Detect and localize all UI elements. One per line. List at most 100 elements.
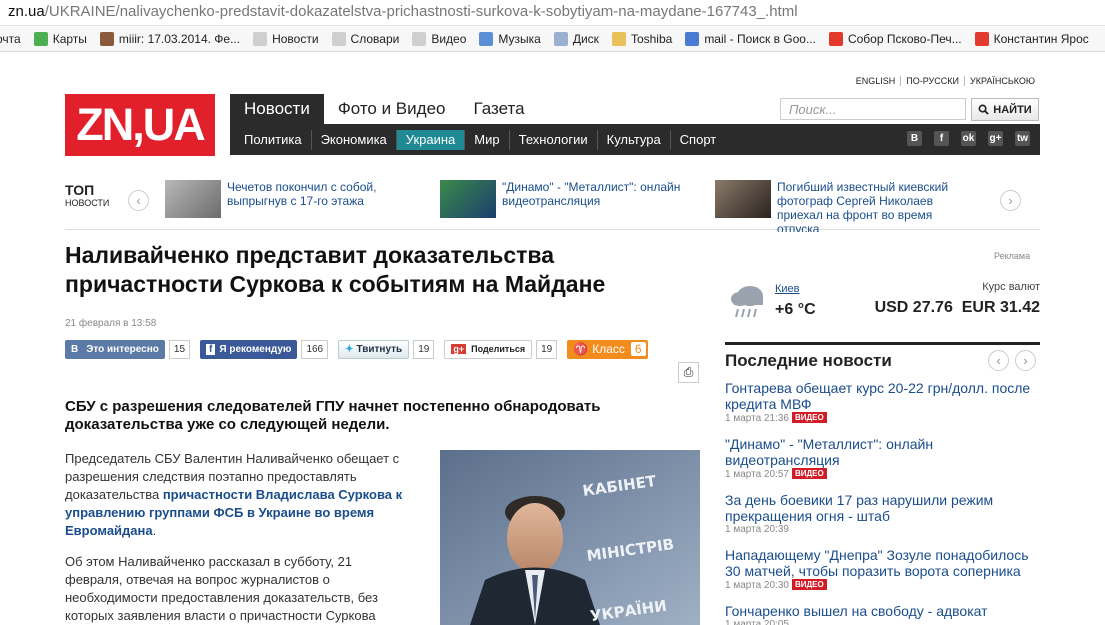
- bookmark-item[interactable]: Собор Псково-Печ...: [828, 32, 962, 46]
- latest-prev-button[interactable]: ‹: [988, 350, 1009, 371]
- google-plus-icon: g+: [451, 344, 467, 354]
- bookmark-label: Константин Ярос: [993, 32, 1089, 46]
- photo-nalivaychenko: КАБІНЕТМІНІСТРІВУКРАЇНИ: [440, 450, 700, 625]
- nav-news[interactable]: Новости: [230, 94, 324, 124]
- bookmark-label: mail - Поиск в Goo...: [704, 32, 816, 46]
- latest-next-button[interactable]: ›: [1015, 350, 1036, 371]
- miiir-icon: [99, 32, 114, 46]
- url-text[interactable]: zn.ua/UKRAINE/nalivaychenko-predstavit-d…: [8, 3, 798, 20]
- site-logo[interactable]: ZN,UA: [65, 94, 215, 156]
- address-bar[interactable]: zn.ua/UKRAINE/nalivaychenko-predstavit-d…: [0, 0, 1105, 26]
- nav-photo-video[interactable]: Фото и Видео: [324, 94, 460, 124]
- vk-icon[interactable]: В: [907, 131, 922, 146]
- latest-news-time: 1 марта 20:57: [725, 469, 789, 480]
- vk-share-button[interactable]: В Это интересно: [65, 339, 165, 359]
- top-news-item[interactable]: "Динамо" - "Металлист": онлайн видеотран…: [440, 180, 690, 232]
- latest-news-meta: 1 марта 21:36 ВИДЕО: [725, 412, 1040, 424]
- latest-news-headline[interactable]: "Динамо" - "Металлист": онлайн видеотран…: [725, 436, 1040, 468]
- search-button[interactable]: НАЙТИ: [971, 98, 1039, 121]
- video-icon: [412, 32, 427, 46]
- nav-newspaper[interactable]: Газета: [459, 94, 538, 124]
- google-plus-share-button[interactable]: g+ Поделиться: [444, 339, 533, 359]
- twitter-share-count: 19: [413, 339, 435, 359]
- latest-news-item[interactable]: Гончаренко вышел на свободу - адвокат 1 м…: [725, 603, 1040, 625]
- lang-russian[interactable]: ПО-РУССКИ: [900, 76, 964, 86]
- article-photo: КАБІНЕТ МІНІСТРІВ УКРАЇНИ: [440, 450, 700, 625]
- search-button-label: НАЙТИ: [993, 103, 1032, 116]
- section-sport[interactable]: Спорт: [669, 129, 726, 150]
- yandex-icon: [974, 32, 989, 46]
- top-label: ТОП: [65, 182, 95, 198]
- bookmark-item[interactable]: Константин Ярос: [974, 32, 1089, 46]
- top-sublabel: НОВОСТИ: [65, 198, 110, 208]
- latest-news-item[interactable]: Нападающему "Днепра" Зозуле понадобилось…: [725, 547, 1040, 591]
- weather-widget[interactable]: Киев +6 °C: [728, 281, 848, 321]
- latest-news-item[interactable]: "Динамо" - "Металлист": онлайн видеотран…: [725, 436, 1040, 480]
- video-badge: ВИДЕО: [791, 412, 827, 423]
- bookmark-label: Музыка: [498, 32, 541, 46]
- google-icon: [685, 32, 700, 46]
- latest-news-item[interactable]: За день боевики 17 раз нарушили режим пр…: [725, 492, 1040, 535]
- bookmark-item[interactable]: Диск: [553, 32, 599, 46]
- page-icon: [331, 32, 346, 46]
- print-button[interactable]: ⎙: [678, 362, 699, 383]
- top-news-thumb: [715, 180, 771, 218]
- odnoklassniki-icon: ♈: [573, 342, 589, 356]
- bookmark-item[interactable]: mail - Поиск в Goo...: [685, 32, 816, 46]
- section-technology[interactable]: Технологии: [508, 129, 597, 150]
- bookmark-item[interactable]: Словари: [331, 32, 399, 46]
- top-prev-button[interactable]: ‹: [128, 190, 149, 211]
- latest-news-headline[interactable]: Гончаренко вышел на свободу - адвокат: [725, 603, 1040, 619]
- search-input[interactable]: Поиск...: [780, 98, 966, 120]
- bookmark-item[interactable]: miiir: 17.03.2014. Фе...: [99, 32, 240, 46]
- bookmark-label: Новости: [272, 32, 319, 46]
- usd-rate: USD 27.76: [874, 299, 953, 316]
- paragraph-end: .: [152, 523, 157, 538]
- ad-label: Реклама: [994, 251, 1031, 261]
- section-economy[interactable]: Экономика: [310, 129, 396, 150]
- bookmark-item[interactable]: Видео: [412, 32, 466, 46]
- bookmark-item[interactable]: Музыка: [479, 32, 541, 46]
- latest-news-meta: 1 марта 20:39: [725, 524, 1040, 535]
- page-icon: [253, 32, 268, 46]
- top-next-button[interactable]: ›: [1000, 190, 1021, 211]
- top-news-title[interactable]: Погибший известный киевский фотограф Сер…: [777, 180, 960, 232]
- facebook-icon[interactable]: f: [934, 131, 949, 146]
- top-news-item[interactable]: Погибший известный киевский фотограф Сер…: [715, 180, 960, 232]
- section-world[interactable]: Мир: [464, 129, 508, 150]
- bookmark-item[interactable]: очта: [0, 32, 21, 46]
- bookmark-label: Карты: [52, 32, 87, 46]
- bookmark-label: Видео: [431, 32, 467, 46]
- bookmark-label: Собор Псково-Печ...: [847, 32, 962, 46]
- bookmark-item[interactable]: Toshiba: [611, 32, 672, 46]
- section-ukraine[interactable]: Украина: [395, 129, 465, 150]
- google-plus-share-count: 19: [536, 339, 558, 359]
- section-politics[interactable]: Политика: [230, 130, 311, 150]
- url-path: /UKRAINE/nalivaychenko-predstavit-dokaza…: [44, 3, 798, 20]
- print-icon: ⎙: [683, 365, 694, 379]
- top-news-title[interactable]: Чечетов покончил с собой, выпрыгнув с 17…: [227, 180, 400, 232]
- bookmark-item[interactable]: Новости: [253, 32, 319, 46]
- latest-news-meta: 1 марта 20:57 ВИДЕО: [725, 468, 1040, 480]
- latest-news-title: Последние новости: [725, 351, 892, 370]
- lang-english[interactable]: ENGLISH: [851, 76, 901, 86]
- latest-news-headline[interactable]: Нападающему "Днепра" Зозуле понадобилось…: [725, 547, 1040, 579]
- odnoklassniki-icon[interactable]: ok: [961, 131, 976, 146]
- top-news-title[interactable]: "Динамо" - "Металлист": онлайн видеотран…: [502, 180, 690, 232]
- lang-ukrainian[interactable]: УКРАЇНСЬКОЮ: [963, 76, 1040, 86]
- bookmark-item[interactable]: Карты: [33, 32, 87, 46]
- folder-icon: [611, 32, 626, 46]
- facebook-share-button[interactable]: fЯ рекомендую: [200, 339, 298, 359]
- weather-city[interactable]: Киев: [775, 283, 800, 295]
- top-news-item[interactable]: Чечетов покончил с собой, выпрыгнув с 17…: [165, 180, 400, 232]
- twitter-share-button[interactable]: ✦ Твитнуть: [338, 339, 410, 359]
- latest-news-item[interactable]: Гонтарева обещает курс 20-22 грн/долл. п…: [725, 380, 1040, 424]
- facebook-share-count: 166: [301, 339, 329, 359]
- section-culture[interactable]: Культура: [596, 129, 670, 150]
- latest-news-headline[interactable]: Гонтарева обещает курс 20-22 грн/долл. п…: [725, 380, 1040, 412]
- twitter-icon[interactable]: tw: [1015, 131, 1030, 146]
- latest-news-headline[interactable]: За день боевики 17 раз нарушили режим пр…: [725, 492, 1040, 524]
- odnoklassniki-share-button[interactable]: ♈ Класс 6: [567, 339, 648, 359]
- latest-news-meta: 1 марта 20:30 ВИДЕО: [725, 579, 1040, 591]
- google-plus-icon[interactable]: g+: [988, 131, 1003, 146]
